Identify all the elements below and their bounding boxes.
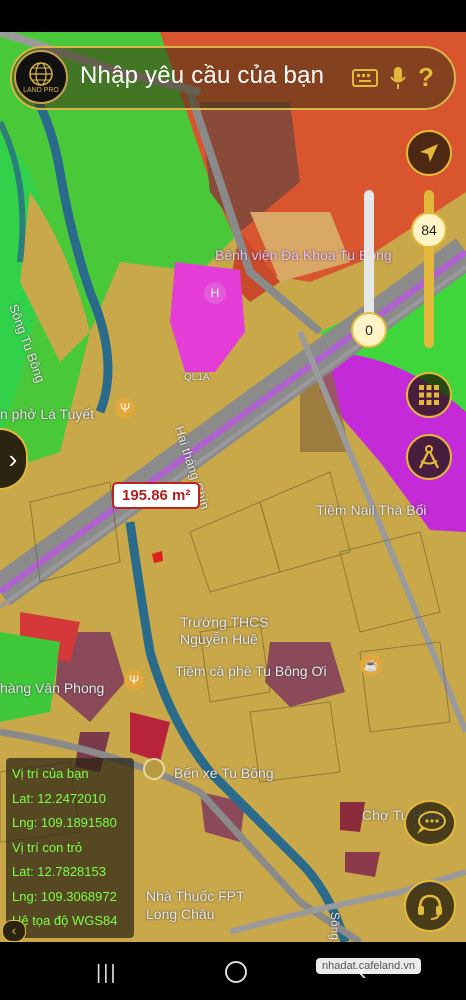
river2-label: Sông [328,912,342,941]
keyboard-icon[interactable] [352,68,378,88]
your-lng: Lng: 109.1891580 [12,815,117,830]
locate-button[interactable] [406,130,452,176]
pharmacy-label: Nhà Thuốc FPT Long Châu [146,888,245,922]
opacity-slider-track[interactable] [364,190,374,330]
app-logo[interactable]: LAND PRO [14,50,68,104]
recent-apps-icon[interactable]: ||| [96,962,118,985]
bus-label: Bến xe Tu Bông [174,765,274,781]
collapse-panel-button[interactable]: ‹ [2,920,26,942]
crs-label: Hệ tọa độ WGS84 [12,913,118,928]
system-nav-bar: ||| ‹ nhadat.cafeland.vn [0,942,466,1000]
watermark: nhadat.cafeland.vn [316,958,421,974]
bus-stop-icon[interactable] [143,758,165,780]
measure-tool-button[interactable] [406,434,452,480]
drafting-compass-icon [418,445,440,469]
school-label: Trường THCS Nguyễn Huệ [180,614,269,647]
layers-grid-button[interactable] [406,372,452,418]
nail-label: Tiệm Nail Thà Bối [316,502,427,518]
pointer-position-heading: Vị trí con trỏ [12,839,83,855]
pointer-lat: Lat: 12.7828153 [12,864,106,879]
navigation-arrow-icon [420,144,438,162]
chat-button[interactable] [404,800,456,846]
your-position-heading: Vị trí của bạn [12,766,89,781]
chat-bubbles-icon [417,811,446,834]
pointer-lng: Lng: 109.3068972 [12,888,117,904]
road-code-label: QL1A [184,372,210,383]
globe-icon [29,61,53,86]
van-phong-label: hàng Vân Phong [0,680,105,696]
your-lat: Lat: 12.2472010 [12,790,106,806]
cafe-tu-bong-label: Tiệm cà phê Tu Bông Ơi [175,663,327,679]
home-icon[interactable] [225,961,247,983]
opacity-slider-knob[interactable]: 0 [351,312,387,348]
grid-icon [419,385,439,405]
restaurant-icon[interactable]: Ψ [124,670,144,690]
help-icon[interactable]: ? [418,62,434,93]
cafe-icon[interactable]: ☕ [360,654,382,676]
transparency-slider-knob[interactable]: 84 [411,212,447,248]
search-input[interactable]: Nhập yêu cầu của bạn [80,62,324,90]
logo-text: LAND PRO [23,86,59,94]
headset-icon [418,894,442,920]
cafe-label: n phở Lá Tuyết [0,406,95,422]
status-bar [0,0,466,32]
area-measure-label: 195.86 m² [112,482,201,509]
hospital-icon[interactable]: H [204,282,226,304]
restaurant-icon[interactable]: Ψ [115,398,135,418]
support-button[interactable] [404,880,456,932]
microphone-icon[interactable] [390,66,406,90]
chevron-right-icon: › [8,443,18,474]
coordinates-panel: Vị trí của bạn Lat: 12.2472010 Lng: 109.… [6,758,134,938]
